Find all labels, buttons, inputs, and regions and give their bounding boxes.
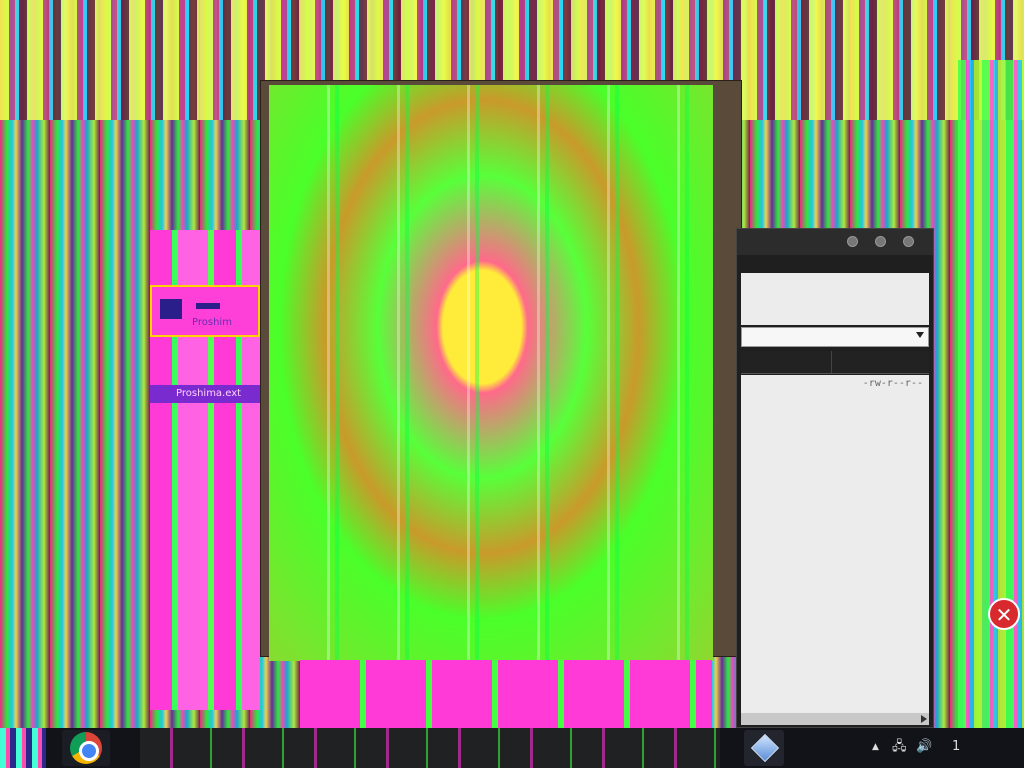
- network-icon[interactable]: 🖧: [892, 739, 907, 755]
- file-list-header: [741, 351, 929, 374]
- file-permissions: -rw-r--r--: [862, 378, 923, 389]
- taskbar-chrome-button[interactable]: [62, 730, 110, 766]
- column-header-permissions[interactable]: [831, 351, 927, 373]
- image-viewer-window: [260, 80, 742, 661]
- scroll-right-icon[interactable]: [921, 715, 927, 723]
- taskbar: ▲ 🖧 🔊 1: [0, 728, 1024, 768]
- volume-icon[interactable]: 🔊: [916, 739, 932, 755]
- list-item[interactable]: -rw-r--r--: [741, 375, 929, 391]
- tray-expand-icon[interactable]: ▲: [872, 739, 879, 755]
- left-window-toolbar: Proshim: [150, 285, 260, 337]
- column-header-name[interactable]: [741, 351, 832, 373]
- toolbar-add-button[interactable]: [160, 299, 182, 319]
- horizontal-scrollbar[interactable]: [741, 713, 929, 725]
- bottom-artifact: [300, 660, 712, 730]
- file-manager-titlebar[interactable]: [737, 229, 933, 255]
- app-diamond-icon: [750, 733, 780, 763]
- path-dropdown[interactable]: [741, 327, 929, 347]
- notification-close-icon[interactable]: ✕: [988, 598, 1020, 630]
- right-artifact: [958, 60, 1024, 728]
- file-manager-toolbar-area: [741, 273, 929, 325]
- file-list: -rw-r--r--: [741, 375, 929, 713]
- viewer-image: [269, 85, 713, 661]
- chrome-icon: [70, 732, 102, 764]
- taskbar-artifact: [140, 728, 720, 768]
- maximize-button[interactable]: [875, 236, 886, 247]
- viewer-image-artifact: [269, 85, 713, 661]
- toolbar-minus-button[interactable]: [196, 303, 220, 309]
- clock[interactable]: 1: [952, 739, 960, 755]
- minimize-button[interactable]: [847, 236, 858, 247]
- taskbar-app-button[interactable]: [744, 730, 784, 766]
- close-button[interactable]: [903, 236, 914, 247]
- start-area-artifact: [0, 728, 46, 768]
- chevron-down-icon[interactable]: [916, 332, 924, 338]
- left-file-item[interactable]: Proshima.ext: [150, 385, 260, 403]
- toolbar-label: Proshim: [192, 317, 232, 328]
- system-tray: ▲ 🖧 🔊 1: [868, 728, 978, 768]
- chrome-icon-center: [79, 741, 99, 761]
- file-manager-window: -rw-r--r--: [736, 228, 934, 728]
